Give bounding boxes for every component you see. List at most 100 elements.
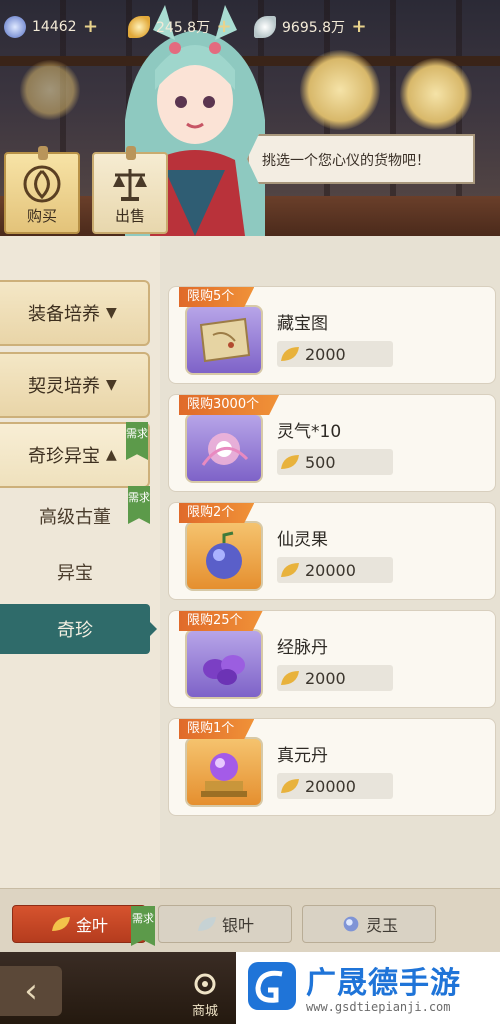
spirit-energy-icon (201, 433, 249, 466)
item-icon-frame (185, 629, 263, 699)
jade-orb-icon (4, 16, 26, 38)
item-icon-frame (185, 413, 263, 483)
resource-value: 14462 (32, 19, 77, 35)
gold-leaf-icon (51, 917, 70, 931)
chevron-down-icon: ▼ (106, 377, 117, 393)
chevron-up-icon: ▲ (106, 447, 117, 463)
gold-leaf-icon (281, 563, 299, 577)
currency-tab-bar: 金叶 需求 银叶 灵玉 (0, 888, 500, 952)
item-price: 500 (277, 449, 393, 475)
category-rare-treasures[interactable]: 奇珍异宝 ▲ 需求 (0, 422, 150, 488)
sell-mode-label: 出售 (114, 207, 145, 225)
purchase-limit-badge: 限购1个 (179, 719, 254, 739)
site-watermark: 广晟德手游 www.gsdtiepianji.com (236, 952, 500, 1024)
item-name: 真元丹 (277, 746, 328, 766)
buy-mode-button[interactable]: 购买 (4, 146, 80, 234)
need-badge: 需求 (128, 486, 150, 524)
item-icon-frame (185, 305, 263, 375)
item-card[interactable]: 限购3000个 灵气*10 500 (168, 394, 496, 492)
category-label: 奇珍异宝 (28, 446, 100, 467)
item-name: 经脉丹 (277, 638, 328, 658)
price-value: 2000 (305, 344, 346, 364)
purchase-limit-badge: 限购2个 (179, 503, 254, 523)
plus-icon[interactable]: + (83, 18, 99, 36)
shop-nav-button[interactable]: 商城 (180, 972, 230, 1024)
purchase-limit-badge: 限购25个 (179, 611, 263, 631)
gold-leaf-icon (281, 347, 299, 361)
watermark-logo-icon (248, 962, 296, 1010)
item-price: 20000 (277, 773, 393, 799)
gold-leaf-icon (128, 16, 150, 38)
currency-tab-silver-leaf[interactable]: 银叶 (158, 905, 292, 943)
selected-arrow-icon (150, 622, 157, 636)
item-card[interactable]: 限购25个 经脉丹 2000 (168, 610, 496, 708)
hero-lantern (400, 58, 472, 130)
silver-leaf-icon (197, 917, 216, 931)
treasure-map-icon (199, 317, 251, 363)
item-card[interactable]: 限购2个 仙灵果 20000 (168, 502, 496, 600)
item-price: 20000 (277, 557, 393, 583)
pin-icon (126, 146, 136, 160)
gold-leaf-icon (281, 671, 299, 685)
subcategory-label: 异宝 (57, 563, 93, 584)
subcategory-antiques[interactable]: 高级古董 需求 (0, 486, 150, 540)
item-name: 藏宝图 (277, 314, 328, 334)
shop-hero-banner: 14462 + 245.8万 + 9695.8万 + 购买 出售 挑选一个您心仪… (0, 0, 500, 236)
watermark-url: www.gsdtiepianji.com (306, 1000, 451, 1014)
shop-icon (194, 973, 216, 995)
spirit-fruit-icon (206, 531, 242, 579)
price-value: 20000 (305, 776, 356, 796)
category-label: 契灵培养 (28, 376, 100, 397)
scale-icon (113, 169, 147, 201)
currency-tab-gold-leaf[interactable]: 金叶 需求 (12, 905, 155, 946)
currency-tab-label: 灵玉 (365, 916, 398, 935)
category-spirit-pact-training[interactable]: 契灵培养 ▼ (0, 352, 150, 418)
subcategory-label: 奇珍 (57, 620, 93, 641)
plus-icon[interactable]: + (351, 18, 367, 36)
resource-silver-leaf: 9695.8万 + (254, 10, 367, 44)
category-equipment-training[interactable]: 装备培养 ▼ (0, 280, 150, 346)
back-arrow-icon: ‹ (24, 971, 38, 1011)
plus-icon[interactable]: + (216, 18, 232, 36)
subcategory-rare-treasure[interactable]: 异宝 (0, 548, 150, 596)
subcategory-label: 高级古董 (39, 507, 111, 528)
sell-mode-button[interactable]: 出售 (92, 146, 168, 234)
resource-bar: 14462 + 245.8万 + 9695.8万 + (0, 10, 500, 44)
hero-lantern (300, 50, 380, 130)
watermark-title: 广晟德手游 (306, 966, 461, 1001)
currency-tab-spirit-jade[interactable]: 灵玉 (302, 905, 436, 943)
subcategory-curios[interactable]: 奇珍 (0, 604, 150, 654)
item-name: 灵气*10 (277, 422, 342, 442)
silver-leaf-icon (254, 16, 276, 38)
currency-tab-label: 银叶 (221, 916, 254, 935)
resource-jade: 14462 + (4, 10, 99, 44)
resource-value: 9695.8万 (282, 20, 345, 36)
category-sidebar: 装备培养 ▼ 契灵培养 ▼ 奇珍异宝 ▲ 需求 高级古董 需求 异宝 奇珍 (0, 236, 160, 888)
hero-lantern (20, 60, 80, 120)
need-badge: 需求 (126, 422, 148, 460)
back-button[interactable]: ‹ (0, 966, 62, 1016)
true-essence-pill-icon (201, 753, 247, 797)
item-card[interactable]: 限购5个 藏宝图 2000 (168, 286, 496, 384)
gold-leaf-icon (281, 779, 299, 793)
jade-orb-icon (343, 916, 359, 932)
price-value: 2000 (305, 668, 346, 688)
category-label: 装备培养 (28, 304, 100, 325)
item-price: 2000 (277, 341, 393, 367)
item-icon-frame (185, 521, 263, 591)
chevron-down-icon: ▼ (106, 305, 117, 321)
item-list: 限购5个 藏宝图 2000 限购3000个 灵气*10 500 限购2个 仙灵果… (160, 236, 500, 888)
meridian-pill-icon (203, 655, 245, 685)
price-value: 20000 (305, 560, 356, 580)
swirl-icon (23, 165, 61, 203)
item-name: 仙灵果 (277, 530, 328, 550)
gold-leaf-icon (281, 455, 299, 469)
resource-gold-leaf: 245.8万 + (128, 10, 232, 44)
item-card[interactable]: 限购1个 真元丹 20000 (168, 718, 496, 816)
npc-speech-text: 挑选一个您心仪的货物吧！ (262, 153, 430, 169)
resource-value: 245.8万 (156, 20, 211, 36)
purchase-limit-badge: 限购5个 (179, 287, 254, 307)
buy-mode-label: 购买 (26, 207, 57, 225)
shop-nav-label: 商城 (191, 1004, 218, 1019)
purchase-limit-badge: 限购3000个 (179, 395, 279, 415)
